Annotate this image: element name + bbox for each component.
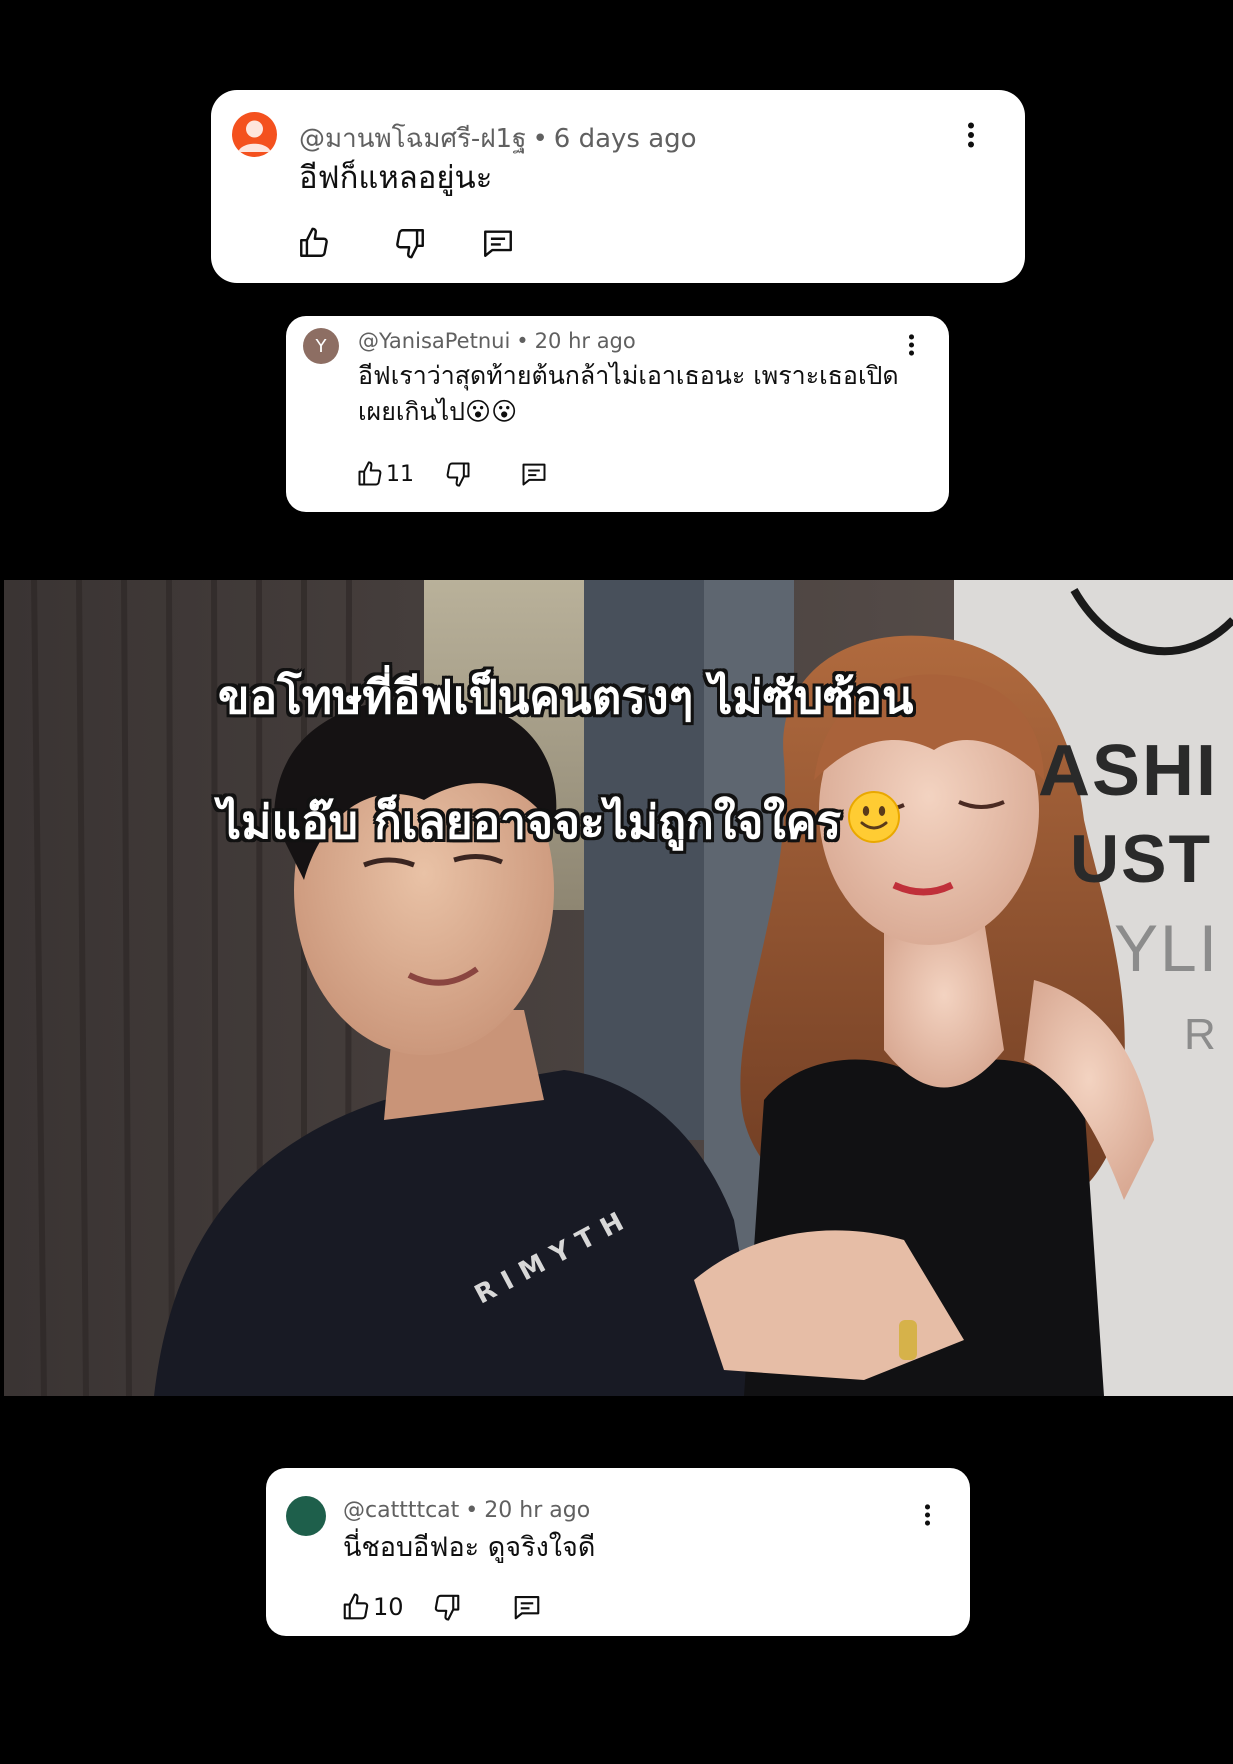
thumb-down-icon: [396, 229, 424, 259]
comment-text: นี่ชอบอีฟอะ ดูจริงใจดี: [343, 1532, 596, 1563]
slightly-smiling-face-emoji: [848, 791, 901, 843]
thumb-up-icon: [300, 227, 328, 257]
more-vert-icon: [908, 334, 915, 356]
video-frame[interactable]: ASHI UST YLI R RIMYTH ขอโทษที่อีฟเป็นคนต…: [4, 580, 1233, 1396]
thumb-up-icon: [343, 1593, 369, 1620]
comment-username[interactable]: @cattttcat: [343, 1498, 459, 1523]
like-count: 11: [386, 461, 414, 487]
reply-icon: [514, 1595, 539, 1620]
avatar-initial: Y: [315, 335, 327, 357]
comment-meta: @YanisaPetnui • 20 hr ago: [358, 329, 636, 353]
more-options-button[interactable]: [908, 334, 915, 356]
comment-time: 20 hr ago: [484, 1498, 591, 1523]
caption-line-1: ขอโทษที่อีฟเป็นคนตรงๆ ไม่ซับซ้อน: [218, 670, 914, 724]
thumb-down-icon: [446, 462, 470, 487]
like-button[interactable]: [297, 226, 331, 260]
user-avatar[interactable]: Y: [303, 328, 339, 364]
comment-card: @cattttcat • 20 hr ago นี่ชอบอีฟอะ ดูจริงใ…: [266, 1468, 970, 1636]
comment-actions: [297, 226, 515, 260]
backdrop-text: R: [1184, 1010, 1218, 1059]
comment-text: อีฟเราว่าสุดท้ายต้นกล้าไม่เอาเธอนะ เพราะ…: [358, 361, 899, 427]
thumb-up-icon: [358, 461, 382, 486]
comment-time: 6 days ago: [553, 124, 697, 154]
comment-time: 20 hr ago: [534, 329, 636, 353]
caption-line-2: ไม่แอ๊บ ก็เลยอาจจะไม่ถูกใจใคร: [218, 790, 1038, 853]
comment-text: อีฟก็แหลอยู่นะ: [299, 160, 493, 196]
reply-button[interactable]: [481, 226, 515, 260]
like-count: 10: [373, 1593, 404, 1621]
comment-username[interactable]: @มานพโฉมศรี-ฝ1ฐ: [299, 124, 526, 154]
more-options-button[interactable]: [967, 122, 975, 148]
comment-actions: 11: [356, 460, 548, 488]
comment-actions: 10: [341, 1592, 542, 1622]
backdrop-text: YLI: [1114, 911, 1220, 985]
meta-separator: •: [465, 1498, 479, 1523]
user-avatar[interactable]: [232, 112, 277, 157]
dislike-button[interactable]: [432, 1592, 462, 1622]
comment-card: @มานพโฉมศรี-ฝ1ฐ • 6 days ago อีฟก็แหลอยู่น…: [211, 90, 1025, 283]
caption-line-2-text: ไม่แอ๊บ ก็เลยอาจจะไม่ถูกใจใคร: [218, 795, 842, 849]
default-avatar-icon: [238, 120, 271, 152]
like-button[interactable]: 11: [356, 460, 414, 488]
comment-meta: @cattttcat • 20 hr ago: [343, 1498, 590, 1523]
more-vert-icon: [968, 122, 974, 148]
comment-username[interactable]: @YanisaPetnui: [358, 329, 510, 353]
comment-meta: @มานพโฉมศรี-ฝ1ฐ • 6 days ago: [299, 118, 697, 159]
meta-separator: •: [516, 329, 529, 353]
more-vert-icon: [924, 1504, 931, 1526]
dislike-button[interactable]: [444, 460, 472, 488]
reply-button[interactable]: [512, 1592, 542, 1622]
reply-button[interactable]: [520, 460, 548, 488]
dislike-button[interactable]: [393, 226, 427, 260]
video-caption: ขอโทษที่อีฟเป็นคนตรงๆ ไม่ซับซ้อน ไม่แอ๊บ…: [218, 604, 1038, 915]
user-avatar[interactable]: [286, 1496, 326, 1536]
like-button[interactable]: 10: [341, 1592, 404, 1622]
thumb-down-icon: [434, 1594, 459, 1621]
reply-icon: [484, 230, 512, 257]
reply-icon: [522, 463, 546, 486]
comment-card: Y @YanisaPetnui • 20 hr ago อีฟเราว่าสุดท้…: [286, 316, 949, 512]
meta-separator: •: [532, 124, 548, 154]
more-options-button[interactable]: [924, 1504, 931, 1526]
backdrop-text: ASHI: [1038, 731, 1219, 811]
backdrop-text: UST: [1070, 821, 1212, 897]
